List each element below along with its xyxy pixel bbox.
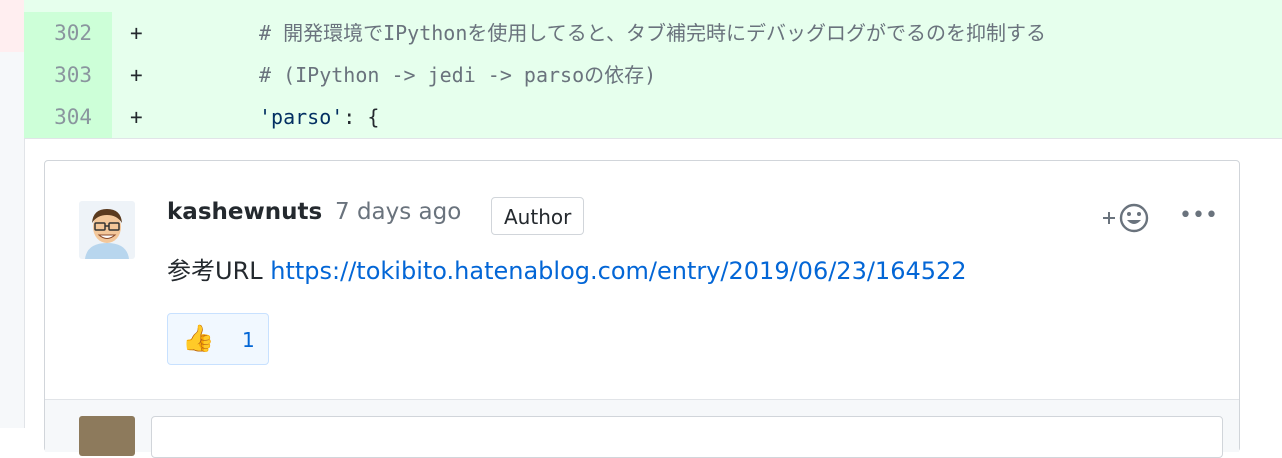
- avatar[interactable]: [79, 201, 135, 259]
- reply-input[interactable]: [151, 416, 1223, 458]
- line-number[interactable]: 303: [24, 54, 112, 96]
- reply-area: [45, 399, 1239, 458]
- current-user-avatar: [79, 416, 135, 456]
- review-comment: kashewnuts 7 days ago Author ••• 参考URL h…: [44, 160, 1240, 458]
- comment-timestamp[interactable]: 7 days ago: [335, 199, 461, 225]
- comment-link[interactable]: https://tokibito.hatenablog.com/entry/20…: [270, 257, 966, 285]
- more-options-button[interactable]: •••: [1179, 201, 1218, 231]
- author-badge: Author: [491, 197, 585, 235]
- code-rest: : {: [343, 105, 380, 129]
- left-rail: [0, 0, 25, 428]
- comment-author[interactable]: kashewnuts: [167, 199, 322, 225]
- line-number[interactable]: 302: [24, 12, 112, 54]
- comment-body: 参考URL https://tokibito.hatenablog.com/en…: [167, 251, 967, 286]
- thumbs-up-icon: 👍: [182, 324, 215, 354]
- code-string: 'parso': [259, 105, 344, 129]
- code-line: 'parso': {: [259, 96, 379, 138]
- diff-row: 303 + # (IPython -> jedi -> parsoの依存): [24, 54, 1282, 96]
- reaction-thumbs-up[interactable]: 👍 1: [167, 313, 269, 365]
- reaction-count: 1: [242, 328, 255, 352]
- diff-row: 302 + # 開発環境でIPythonを使用してると、タブ補完時にデバッグログ…: [24, 12, 1282, 54]
- diff-block: 302 + # 開発環境でIPythonを使用してると、タブ補完時にデバッグログ…: [24, 0, 1282, 139]
- diff-sign: +: [130, 105, 143, 129]
- code-line: # (IPython -> jedi -> parsoの依存): [259, 63, 657, 87]
- smiley-plus-icon: [1103, 203, 1149, 233]
- add-reaction-button[interactable]: [1099, 201, 1155, 235]
- diff-sign: +: [130, 63, 143, 87]
- kebab-horizontal-icon: •••: [1179, 203, 1218, 228]
- diff-row: 304 + 'parso': {: [24, 96, 1282, 138]
- line-number[interactable]: 304: [24, 96, 112, 138]
- diff-sign: +: [130, 21, 143, 45]
- deleted-marker: [0, 0, 24, 52]
- code-line: # 開発環境でIPythonを使用してると、タブ補完時にデバッグログがでるのを抑…: [259, 21, 1046, 45]
- body-prefix: 参考URL: [167, 257, 263, 285]
